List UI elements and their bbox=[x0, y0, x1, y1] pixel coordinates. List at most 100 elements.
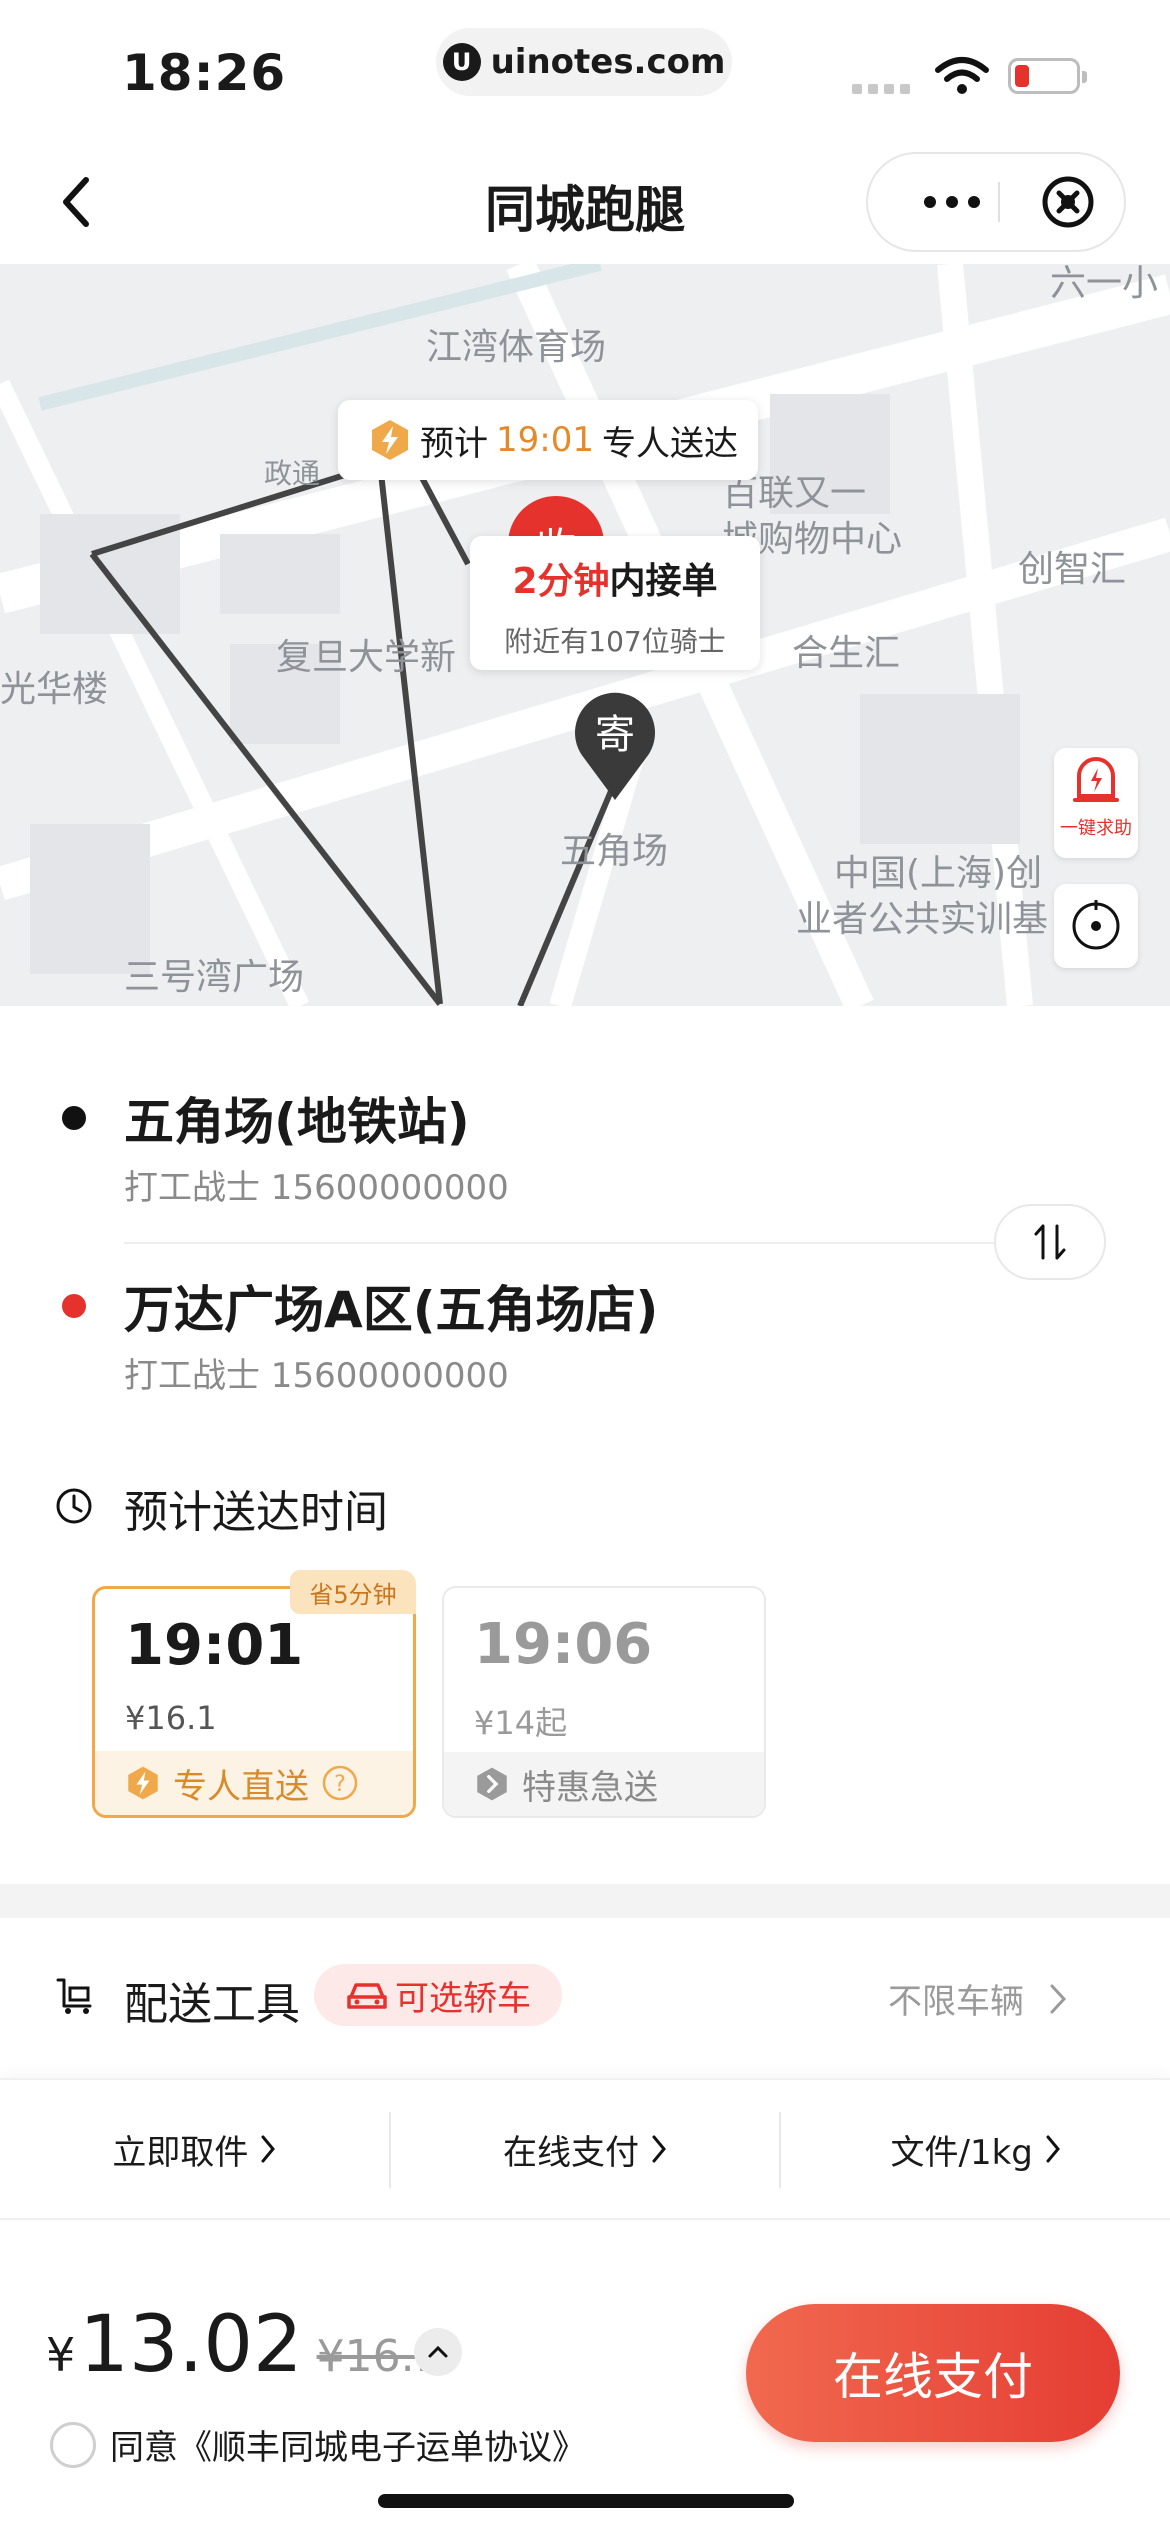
currency-symbol: ¥ bbox=[46, 2328, 76, 2382]
sos-label: 一键求助 bbox=[1060, 818, 1132, 839]
car-option-label: 可选轿车 bbox=[395, 1978, 531, 2019]
pickup-time-option[interactable]: 立即取件 bbox=[0, 2080, 389, 2218]
close-circle-icon bbox=[1042, 176, 1094, 228]
chevron-right-icon bbox=[1046, 2135, 1060, 2163]
delivery-tool-label: 配送工具 bbox=[124, 1979, 300, 2030]
riders-suffix: 位骑士 bbox=[641, 625, 726, 658]
agreement-row[interactable]: 同意《顺丰同城电子运单协议》 bbox=[50, 2420, 586, 2469]
item-type-label: 文件/1kg bbox=[890, 2132, 1033, 2173]
agreement-text[interactable]: 同意《顺丰同城电子运单协议》 bbox=[110, 2420, 586, 2469]
item-type-option[interactable]: 文件/1kg bbox=[781, 2080, 1170, 2218]
from-dot bbox=[62, 1106, 86, 1130]
eta-section-title: 预计送达时间 bbox=[124, 1487, 388, 1538]
swap-arrows-icon bbox=[1034, 1224, 1066, 1260]
map-label-stadium: 江湾体育场 bbox=[426, 327, 607, 368]
price-detail-button[interactable] bbox=[414, 2328, 462, 2376]
chevron-up-icon bbox=[428, 2345, 448, 2358]
alarm-icon bbox=[1073, 757, 1119, 802]
option-price: ¥16.1 bbox=[125, 1699, 217, 1737]
option-footer: 专人直送 ? bbox=[95, 1751, 413, 1815]
wifi-icon bbox=[935, 57, 989, 94]
to-dot bbox=[62, 1294, 86, 1318]
chevron-right-icon bbox=[1050, 1984, 1067, 2013]
send-pin-label: 寄 bbox=[595, 712, 635, 758]
order-form: 五角场(地铁站) 打工战士 15600000000 万达广场A区(五角场店) 打… bbox=[0, 1006, 1170, 1886]
map-label-sanhaowan: 三号湾广场 bbox=[124, 957, 305, 998]
map-label-center-line1: 中国(上海)创 bbox=[834, 853, 1043, 894]
eta-suffix: 专人送达 bbox=[601, 423, 738, 464]
eta-bubble: 预计 19:01 专人送达 bbox=[338, 400, 758, 480]
total-price: 13.02 bbox=[79, 2300, 303, 2390]
option-label: 专人直送 bbox=[173, 1766, 309, 1807]
map-label-chuangzhi: 创智汇 bbox=[1018, 549, 1127, 590]
nav-bar: 同城跑腿 bbox=[0, 140, 1170, 264]
option-footer: 特惠急送 bbox=[444, 1752, 764, 1816]
map-label-wujiaochang: 五角场 bbox=[560, 831, 669, 872]
checkout-bar: ¥ 13.02 ¥16.1 在线支付 同意《顺丰同城电子运单协议》 bbox=[0, 2220, 1170, 2532]
map-label-guanghua: 光华楼 bbox=[0, 669, 109, 710]
payment-method-label: 在线支付 bbox=[503, 2132, 639, 2173]
car-option-tag[interactable]: 可选轿车 bbox=[314, 1964, 562, 2026]
help-icon[interactable]: ? bbox=[321, 1764, 359, 1802]
order-bubble: 2分钟内接单 附近有107位骑士 bbox=[470, 536, 760, 670]
clock-icon bbox=[56, 1488, 92, 1524]
map-view[interactable]: 江湾体育场 百联又一 城购物中心 创智汇 复旦大学新 合生汇 光华楼 五角场 三… bbox=[0, 264, 1170, 1006]
to-address[interactable]: 万达广场A区(五角场店) bbox=[124, 1270, 658, 1342]
map-label-fudan: 复旦大学新 bbox=[276, 637, 457, 678]
map-label-hesheng: 合生汇 bbox=[792, 633, 901, 674]
pay-button[interactable]: 在线支付 bbox=[746, 2304, 1120, 2442]
eta-prefix: 预计 bbox=[420, 423, 488, 464]
more-dots-icon bbox=[924, 196, 980, 208]
car-icon bbox=[347, 1983, 387, 2009]
sos-button[interactable]: 一键求助 bbox=[1054, 748, 1138, 858]
order-text: 内接单 bbox=[609, 561, 718, 602]
capsule-divider bbox=[998, 182, 1000, 222]
option-time: 19:06 bbox=[474, 1612, 653, 1677]
send-pin: 寄 bbox=[572, 692, 658, 802]
lightning-badge-icon bbox=[128, 1766, 158, 1800]
section-gap bbox=[0, 1884, 1170, 1918]
save-time-badge: 省5分钟 bbox=[290, 1570, 416, 1614]
lightning-badge-icon bbox=[372, 420, 408, 460]
option-price: ¥14起 bbox=[474, 1704, 568, 1742]
site-logo-icon: U bbox=[442, 43, 481, 81]
chevron-right-icon bbox=[652, 2135, 666, 2163]
close-miniapp-button[interactable] bbox=[1018, 154, 1118, 250]
delivery-tool-row[interactable]: 配送工具 可选轿车 不限车辆 bbox=[0, 1918, 1170, 2078]
locate-icon bbox=[1072, 900, 1120, 950]
eta-option-discount[interactable]: 19:06 ¥14起 特惠急送 bbox=[442, 1586, 766, 1818]
locate-button[interactable] bbox=[1054, 884, 1138, 968]
eta-time: 19:01 bbox=[496, 420, 594, 460]
more-button[interactable] bbox=[902, 154, 1002, 250]
vehicle-selector[interactable]: 不限车辆 bbox=[888, 1974, 1068, 2023]
map-label-road: 政通 bbox=[264, 457, 321, 490]
status-time: 18:26 bbox=[122, 44, 287, 102]
swap-address-button[interactable] bbox=[994, 1204, 1106, 1280]
vehicle-value: 不限车辆 bbox=[888, 1982, 1024, 2022]
miniapp-capsule bbox=[866, 152, 1126, 252]
option-label: 特惠急送 bbox=[522, 1767, 658, 1808]
battery-icon bbox=[1008, 58, 1087, 94]
map-label-center-line2: 业者公共实训基 bbox=[796, 899, 1049, 940]
svg-text:?: ? bbox=[334, 1772, 346, 1797]
status-bar: 18:26 U uinotes.com bbox=[0, 0, 1170, 140]
url-pill: U uinotes.com bbox=[436, 28, 732, 96]
to-contact[interactable]: 打工战士 15600000000 bbox=[124, 1348, 509, 1397]
cellular-signal-icon bbox=[852, 84, 910, 94]
url-text: uinotes.com bbox=[490, 42, 726, 82]
arrow-badge-icon bbox=[477, 1767, 507, 1801]
payment-method-option[interactable]: 在线支付 bbox=[391, 2080, 780, 2218]
pickup-time-label: 立即取件 bbox=[112, 2132, 249, 2173]
agreement-checkbox[interactable] bbox=[50, 2421, 96, 2468]
option-time: 19:01 bbox=[125, 1613, 304, 1678]
from-address[interactable]: 五角场(地铁站) bbox=[124, 1082, 470, 1154]
from-contact[interactable]: 打工战士 15600000000 bbox=[124, 1160, 509, 1209]
cart-icon bbox=[56, 1978, 92, 2014]
eta-option-direct[interactable]: 19:01 ¥16.1 专人直送 ? bbox=[92, 1586, 416, 1818]
order-minutes: 2分钟 bbox=[512, 561, 610, 602]
address-divider bbox=[124, 1242, 994, 1244]
riders-count: 107 bbox=[588, 625, 642, 658]
price-display: ¥ 13.02 ¥16.1 bbox=[46, 2300, 443, 2390]
chevron-right-icon bbox=[261, 2135, 276, 2163]
riders-prefix: 附近有 bbox=[504, 625, 589, 658]
